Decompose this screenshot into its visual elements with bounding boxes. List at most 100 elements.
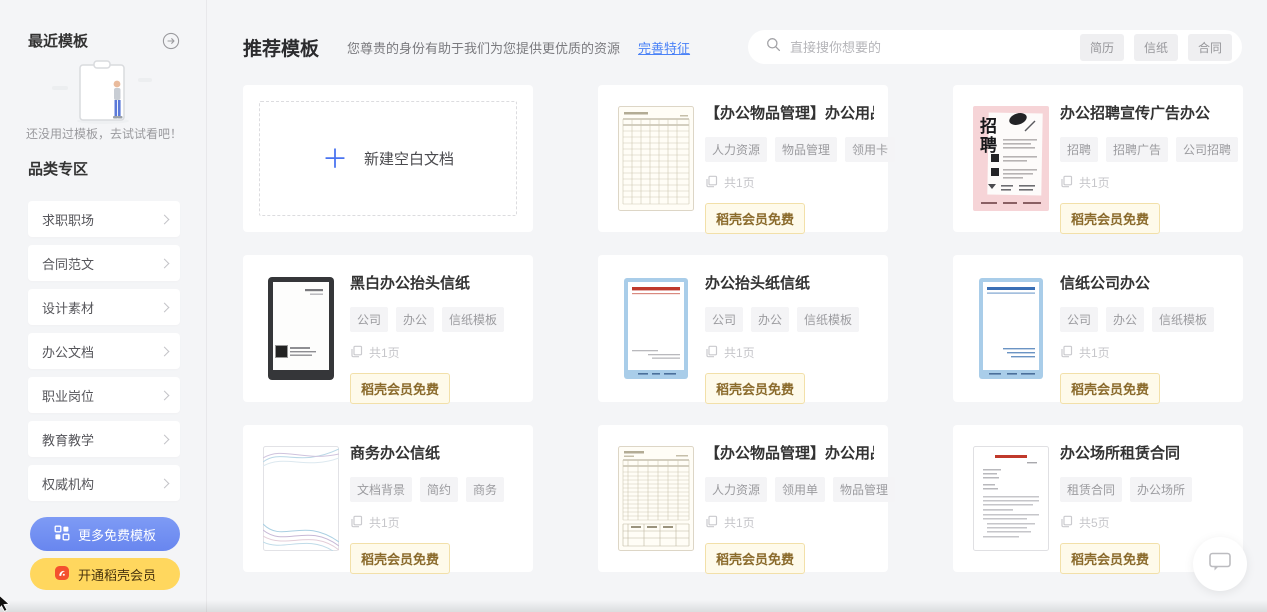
new-blank-document-card[interactable]: ＋ 新建空白文档 [243, 85, 533, 232]
template-card[interactable]: 信纸公司办公 公司办公信纸模板 共1页 稻壳会员免费 [953, 255, 1243, 402]
sidebar-category-item[interactable]: 设计素材 [28, 289, 180, 325]
template-pages: 共1页 [350, 344, 519, 361]
grid-icon [54, 525, 70, 544]
expand-arrow-icon[interactable] [162, 32, 180, 50]
new-blank-document-target[interactable]: ＋ 新建空白文档 [259, 101, 517, 216]
search-input[interactable] [790, 40, 1080, 55]
category-label: 设计素材 [42, 298, 94, 317]
template-tag: 文档背景 [350, 477, 412, 502]
search-hot-tag[interactable]: 合同 [1188, 34, 1232, 61]
svg-text:聘: 聘 [980, 135, 997, 155]
category-label: 权威机构 [42, 474, 94, 493]
template-thumbnail [618, 106, 694, 211]
template-tag: 人力资源 [705, 477, 767, 502]
template-title: 【办公物品管理】办公用品… [705, 104, 874, 124]
template-title: 【办公物品管理】办公用品… [705, 444, 874, 464]
pages-count: 共1页 [724, 174, 755, 191]
template-title: 办公抬头纸信纸 [705, 274, 874, 294]
template-tags: 招聘招聘广告公司招聘 [1060, 137, 1229, 162]
template-tag: 信纸模板 [797, 307, 859, 332]
pages-count: 共1页 [369, 514, 400, 531]
template-tags: 文档背景简约商务 [350, 477, 519, 502]
pages-icon [1060, 345, 1073, 361]
search-hot-tags: 简历信纸合同 [1080, 34, 1232, 61]
pages-icon [350, 345, 363, 361]
template-thumbnail [618, 446, 694, 551]
template-title: 办公招聘宣传广告办公 [1060, 104, 1229, 124]
search-bar[interactable]: 简历信纸合同 [748, 30, 1242, 64]
empty-state-text: 还没用过模板，去试试看吧！ [10, 125, 198, 142]
identity-hint-text: 您尊贵的身份有助于我们为您提供更优质的资源 [347, 38, 620, 57]
pages-count: 共1页 [1079, 174, 1110, 191]
category-label: 求职职场 [42, 210, 94, 229]
sidebar-category-item[interactable]: 求职职场 [28, 201, 180, 237]
sidebar-category-item[interactable]: 权威机构 [28, 465, 180, 501]
template-title: 办公场所租赁合同 [1060, 444, 1229, 464]
template-tags: 人力资源领用单物品管理 [705, 477, 874, 502]
pages-count: 共1页 [724, 514, 755, 531]
template-tag: 公司 [1060, 307, 1098, 332]
recommended-header: 推荐模板 您尊贵的身份有助于我们为您提供更优质的资源 完善特征 [243, 30, 690, 64]
chevron-right-icon [160, 478, 170, 488]
search-icon [766, 37, 781, 57]
pages-icon [705, 515, 718, 531]
sidebar-category-item[interactable]: 职业岗位 [28, 377, 180, 413]
category-label: 教育教学 [42, 430, 94, 449]
template-tag: 商务 [466, 477, 504, 502]
member-free-badge: 稻壳会员免费 [705, 543, 805, 574]
empty-clipboard-illustration [50, 58, 156, 131]
sidebar-category-item[interactable]: 教育教学 [28, 421, 180, 457]
template-thumbnail [263, 276, 339, 381]
recommended-title: 推荐模板 [243, 34, 319, 61]
pages-icon [350, 515, 363, 531]
complete-profile-link[interactable]: 完善特征 [638, 38, 690, 57]
chevron-right-icon [160, 346, 170, 356]
category-section-title: 品类专区 [28, 158, 88, 179]
template-tags: 公司办公信纸模板 [705, 307, 874, 332]
template-card[interactable]: 【办公物品管理】办公用品… 人力资源物品管理领用卡 共1页 稻壳会员免费 [598, 85, 888, 232]
template-tag: 招聘广告 [1106, 137, 1168, 162]
open-docer-membership-button[interactable]: 开通稻壳会员 [30, 558, 180, 590]
pages-count: 共1页 [724, 344, 755, 361]
template-tag: 人力资源 [705, 137, 767, 162]
pages-count: 共5页 [1079, 514, 1110, 531]
template-grid: ＋ 新建空白文档 【办公物品管理】办公用品… 人力资源物品管理领用卡 共1页 稻… [243, 85, 1243, 572]
customer-service-chat-button[interactable] [1193, 537, 1247, 591]
chevron-right-icon [160, 258, 170, 268]
member-free-badge: 稻壳会员免费 [350, 543, 450, 574]
template-pages: 共1页 [350, 514, 519, 531]
template-tag: 办公 [1106, 307, 1144, 332]
template-pages: 共1页 [1060, 174, 1229, 191]
template-tag: 办公 [396, 307, 434, 332]
search-hot-tag[interactable]: 简历 [1080, 34, 1124, 61]
more-free-templates-label: 更多免费模板 [78, 525, 156, 544]
template-title: 黑白办公抬头信纸 [350, 274, 519, 294]
recent-templates-header: 最近模板 [28, 30, 180, 51]
template-card[interactable]: 招聘 办公招聘宣传广告办公 招聘招聘广告公司招聘 共1页 稻壳会员免费 [953, 85, 1243, 232]
search-hot-tag[interactable]: 信纸 [1134, 34, 1178, 61]
member-free-badge: 稻壳会员免费 [705, 203, 805, 234]
pages-icon [1060, 515, 1073, 531]
chat-bubble-icon [1209, 552, 1231, 577]
template-card[interactable]: 【办公物品管理】办公用品… 人力资源领用单物品管理 共1页 稻壳会员免费 [598, 425, 888, 572]
template-tag: 办公 [751, 307, 789, 332]
template-pages: 共1页 [705, 514, 874, 531]
template-card[interactable]: 黑白办公抬头信纸 公司办公信纸模板 共1页 稻壳会员免费 [243, 255, 533, 402]
template-tag: 公司 [350, 307, 388, 332]
category-label: 合同范文 [42, 254, 94, 273]
template-card[interactable]: 商务办公信纸 文档背景简约商务 共1页 稻壳会员免费 [243, 425, 533, 572]
template-tag: 物品管理 [833, 477, 895, 502]
sidebar-category-item[interactable]: 办公文档 [28, 333, 180, 369]
template-tags: 公司办公信纸模板 [1060, 307, 1229, 332]
template-pages: 共1页 [1060, 344, 1229, 361]
template-thumbnail [263, 446, 339, 551]
template-tag: 信纸模板 [1152, 307, 1214, 332]
sidebar-category-item[interactable]: 合同范文 [28, 245, 180, 281]
template-title: 商务办公信纸 [350, 444, 519, 464]
svg-text:招: 招 [980, 116, 997, 136]
more-free-templates-button[interactable]: 更多免费模板 [30, 517, 180, 551]
template-card[interactable]: 办公抬头纸信纸 公司办公信纸模板 共1页 稻壳会员免费 [598, 255, 888, 402]
pages-icon [705, 175, 718, 191]
member-free-badge: 稻壳会员免费 [1060, 373, 1160, 404]
template-tag: 公司招聘 [1176, 137, 1238, 162]
